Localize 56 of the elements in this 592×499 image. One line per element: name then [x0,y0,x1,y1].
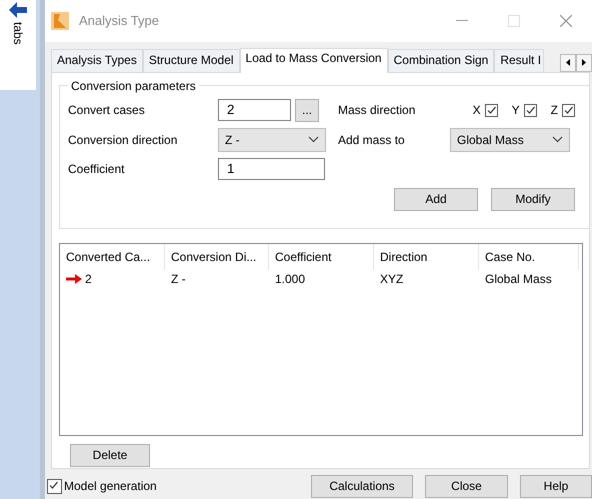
caret-icon [308,136,319,144]
footer-button[interactable]: Calculations [311,474,413,498]
tab[interactable]: Combination Sign [388,48,494,72]
dropdown[interactable]: Global Mass [450,128,570,152]
action-button[interactable]: Add [394,188,478,211]
browse-button[interactable]: ... [295,98,319,122]
left-arrow-icon [566,59,570,66]
column-header[interactable]: Coefficient [269,244,374,270]
footer-button[interactable]: Close [425,474,508,498]
checkbox-label: Z [550,103,558,118]
tab[interactable]: Load to Mass Conversion [240,48,388,73]
column-header[interactable]: Direction [374,244,479,270]
checkbox-label: Model generation [64,479,157,494]
table-cell: Global Mass [485,272,552,286]
input-field[interactable]: 2 [218,98,291,121]
group-title: Conversion parameters [70,78,197,93]
column-header[interactable]: Case No. [479,244,579,270]
checkbox-label: X [472,103,481,118]
tab[interactable]: Analysis Types [51,48,143,72]
checkbox[interactable] [47,478,62,494]
column-header[interactable]: Converted Ca... [60,244,165,270]
checkmark-icon [486,104,497,116]
checkbox[interactable] [484,104,498,117]
table-cell: Z - [171,272,186,286]
checkmark-icon [563,104,574,116]
checkmark-icon [48,480,59,491]
scroll-left-button[interactable] [560,54,576,72]
checkbox[interactable] [524,104,537,117]
table-cell: 2 [85,272,92,286]
column-header[interactable]: Conversion Di... [165,244,269,270]
delete-button[interactable]: Delete [70,444,150,467]
checkmark-icon [524,104,536,116]
input-field[interactable]: 1 [218,158,325,180]
side-tab-label[interactable]: tabs [11,22,25,45]
app-logo-icon [51,12,69,30]
table-cell: 1.000 [275,272,306,286]
table-cell: XYZ [380,272,404,286]
close-icon[interactable] [560,14,572,27]
tab[interactable]: Result I [494,48,544,72]
tab[interactable]: Structure Model [142,48,240,72]
caret-icon [552,136,563,144]
right-arrow-icon [582,59,586,66]
scroll-right-button[interactable] [576,54,592,72]
checkbox-label: Y [512,103,520,118]
field-label: Coefficient [68,162,126,176]
arrow-icon[interactable] [9,2,27,18]
field-label: Convert cases [68,103,146,118]
minimize-icon[interactable] [456,20,468,22]
dropdown[interactable]: Z - [218,128,326,152]
field-label: Add mass to [338,132,406,147]
window-title: Analysis Type [79,13,160,28]
checkbox[interactable] [562,104,575,117]
action-button[interactable]: Modify [491,188,575,211]
field-label: Mass direction [338,103,416,118]
footer-button[interactable]: Help [520,474,592,498]
field-label: Conversion direction [68,132,178,147]
